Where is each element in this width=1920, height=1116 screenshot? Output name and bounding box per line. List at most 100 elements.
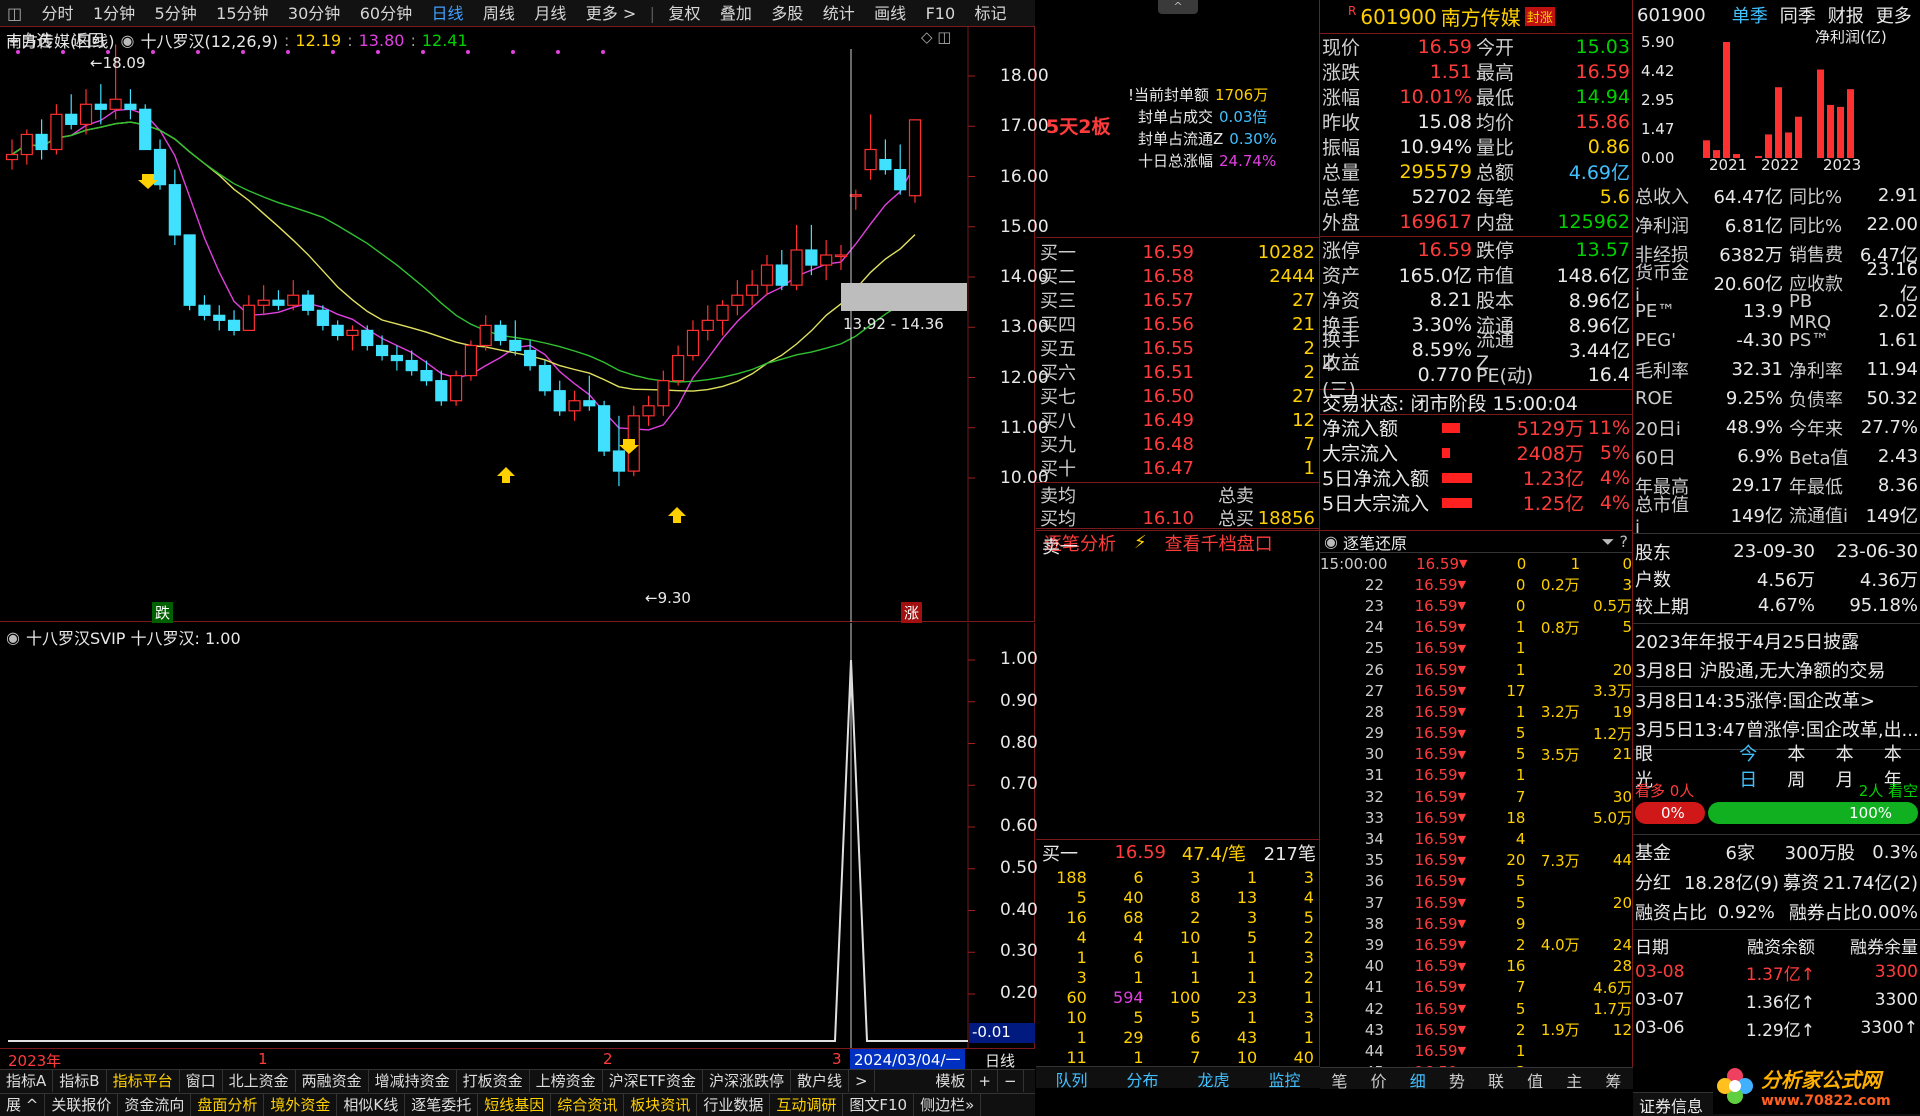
signal-dot (421, 50, 425, 54)
bear-bar[interactable]: 100% (1708, 802, 1918, 824)
tab-limit-updown[interactable]: 沪深涨跌停 (703, 1070, 791, 1092)
tab-today[interactable]: 今日 (1739, 740, 1773, 792)
news-item[interactable]: 3月5日13:47曾涨停:国企改革,出... (1635, 716, 1918, 745)
fin-label: PB MRQ (1789, 290, 1832, 333)
tick-amount-b: 0.5万 (1593, 597, 1633, 616)
tab-1min[interactable]: 1分钟 (86, 0, 142, 27)
tab-weekly[interactable]: 周线 (476, 0, 522, 27)
tab-foreign-funds[interactable]: 境外资金 (264, 1094, 338, 1116)
tab-same-quarter[interactable]: 同季 (1780, 2, 1816, 28)
bid-row[interactable]: 买四 16.56 21 (1036, 312, 1319, 337)
tab-sec-info[interactable]: 证券信息 (1639, 1097, 1703, 1116)
tab-remove[interactable]: − (998, 1070, 1024, 1092)
btn-mark[interactable]: 标记 (968, 0, 1014, 27)
tab-etf-funds[interactable]: 沪深ETF资金 (603, 1070, 703, 1092)
quote-value: 4.69亿 (1568, 162, 1630, 184)
tab-30min[interactable]: 30分钟 (281, 0, 347, 27)
tab-add[interactable]: + (972, 1070, 998, 1092)
btn-f10[interactable]: F10 (919, 0, 963, 27)
tab-market-analysis[interactable]: 盘面分析 (191, 1094, 265, 1116)
tab-industry-data[interactable]: 行业数据 (697, 1094, 771, 1116)
holders-date2: 23-06-30 (1836, 541, 1918, 562)
news-item[interactable]: 3月8日14:35涨停:国企改革> (1635, 686, 1918, 716)
news-item[interactable]: 2023年年报于4月25日披露 (1635, 628, 1918, 657)
tab-more[interactable]: 更多 (1876, 2, 1912, 28)
tabs-next[interactable]: > (849, 1070, 875, 1092)
tab-indicator-b[interactable]: 指标B (53, 1070, 107, 1092)
btn-multi[interactable]: 多股 (764, 0, 810, 27)
btn-overlay[interactable]: 叠加 (713, 0, 759, 27)
tab-main[interactable]: 主 (1555, 1068, 1594, 1091)
tab-sidebar[interactable]: 侧边栏» (914, 1094, 982, 1116)
tab-more[interactable]: 更多 > (579, 0, 644, 27)
bull-bar[interactable]: 0% (1635, 802, 1705, 824)
bid-row[interactable]: 买九 16.48 7 (1036, 432, 1319, 457)
tab-indicator-platform[interactable]: 指标平台 (107, 1070, 180, 1092)
tab-price[interactable]: 价 (1359, 1068, 1398, 1091)
tick-price: 16.59 (1416, 554, 1460, 573)
tab-report[interactable]: 财报 (1828, 2, 1864, 28)
tab-fenshi[interactable]: 分时 (35, 0, 81, 27)
tab-dragon-tiger[interactable]: 龙虎 (1178, 1067, 1249, 1090)
tab-news[interactable]: 综合资讯 (551, 1094, 625, 1116)
tab-queue[interactable]: 队列 (1036, 1067, 1107, 1090)
btn-fuquan[interactable]: 复权 (661, 0, 707, 27)
tick-row: 37 16.59 ▼ 5 20 (1320, 892, 1632, 913)
tab-holding-change[interactable]: 增减持资金 (369, 1070, 457, 1092)
tab-interactive[interactable]: 互动调研 (770, 1094, 844, 1116)
tab-60min[interactable]: 60分钟 (353, 0, 419, 27)
tab-northbound[interactable]: 北上资金 (223, 1070, 296, 1092)
tab-window[interactable]: 窗口 (180, 1070, 223, 1092)
tab-template[interactable]: 模板 (929, 1070, 973, 1092)
filter-icon[interactable]: ⏷ ? (1602, 532, 1628, 552)
tab-5min[interactable]: 5分钟 (148, 0, 204, 27)
tab-expand[interactable]: 展 ^ (0, 1094, 46, 1116)
tab-tick-orders[interactable]: 逐笔委托 (405, 1094, 479, 1116)
bid-row[interactable]: 买十 16.47 1 (1036, 456, 1319, 481)
collapse-icon[interactable]: ^ (1158, 0, 1198, 14)
tab-monitor[interactable]: 监控 (1249, 1067, 1320, 1090)
mt-short: 3300↑ (1860, 1018, 1918, 1038)
tab-list-funds[interactable]: 上榜资金 (530, 1070, 603, 1092)
tab-link[interactable]: 联 (1477, 1068, 1516, 1091)
grid-icon[interactable]: ◫ (0, 0, 29, 27)
tab-detail[interactable]: 细 (1398, 1068, 1437, 1091)
bid-row[interactable]: 买五 16.55 2 (1036, 336, 1319, 361)
tab-monthly[interactable]: 月线 (527, 0, 573, 27)
tab-limit-funds[interactable]: 打板资金 (457, 1070, 530, 1092)
tick-row: 15:00:00 16.59 ▼ 0 1 0 (1320, 553, 1632, 574)
tab-sector-news[interactable]: 板块资讯 (624, 1094, 698, 1116)
tick-time: 28 (1364, 702, 1384, 721)
tab-daily[interactable]: 日线 (424, 0, 470, 27)
tab-related-quote[interactable]: 关联报价 (45, 1094, 119, 1116)
queue-row: 16 68 2 3 5 (1036, 907, 1320, 927)
tab-quarter[interactable]: 单季 (1732, 2, 1768, 28)
tab-distribution[interactable]: 分布 (1107, 1067, 1178, 1090)
bid-row[interactable]: 买六 16.51 2 (1036, 360, 1319, 385)
bid-row[interactable]: 买三 16.57 27 (1036, 288, 1319, 313)
bid-row[interactable]: 买七 16.50 27 (1036, 384, 1319, 409)
tab-margin-funds[interactable]: 两融资金 (296, 1070, 369, 1092)
indicator-chart[interactable]: ◉ 十八罗汉SVIP 十八罗汉: 1.00 1.00 0.90 0.80 0.70 0.… (0, 623, 1038, 1048)
kline-chart[interactable]: 南方传媒(日线) ◉ 十八罗汉(12,26,9) :12.19 :13.80 :… (0, 27, 1049, 623)
tab-value[interactable]: 值 (1516, 1068, 1555, 1091)
period-toolbar: ◫ 分时 1分钟 5分钟 15分钟 30分钟 60分钟 日线 周线 月线 更多 … (0, 0, 1035, 50)
btn-draw[interactable]: 画线 (867, 0, 913, 27)
tab-retail-line[interactable]: 散户线 (791, 1070, 849, 1092)
bid-row[interactable]: 买八 16.49 12 (1036, 408, 1319, 433)
tab-15min[interactable]: 15分钟 (209, 0, 275, 27)
tab-indicator-a[interactable]: 指标A (0, 1070, 54, 1092)
collapse-icon[interactable]: ◉ (1324, 532, 1343, 551)
tab-trade[interactable]: 笔 (1320, 1068, 1359, 1091)
bid-row[interactable]: 买一 16.59 10282 (1036, 240, 1319, 265)
news-item[interactable]: 3月8日 沪股通,无大净额的交易 (1635, 657, 1918, 686)
tab-fund-flow[interactable]: 资金流向 (118, 1094, 192, 1116)
tab-week[interactable]: 本周 (1787, 740, 1821, 792)
tab-f10[interactable]: 图文F10 (843, 1094, 915, 1116)
tab-similar-kline[interactable]: 相似K线 (337, 1094, 406, 1116)
tab-trend[interactable]: 势 (1437, 1068, 1476, 1091)
tab-chips[interactable]: 筹 (1594, 1068, 1633, 1091)
btn-stats[interactable]: 统计 (816, 0, 862, 27)
bid-row[interactable]: 买二 16.58 2444 (1036, 264, 1319, 289)
tab-short-gene[interactable]: 短线基因 (478, 1094, 552, 1116)
